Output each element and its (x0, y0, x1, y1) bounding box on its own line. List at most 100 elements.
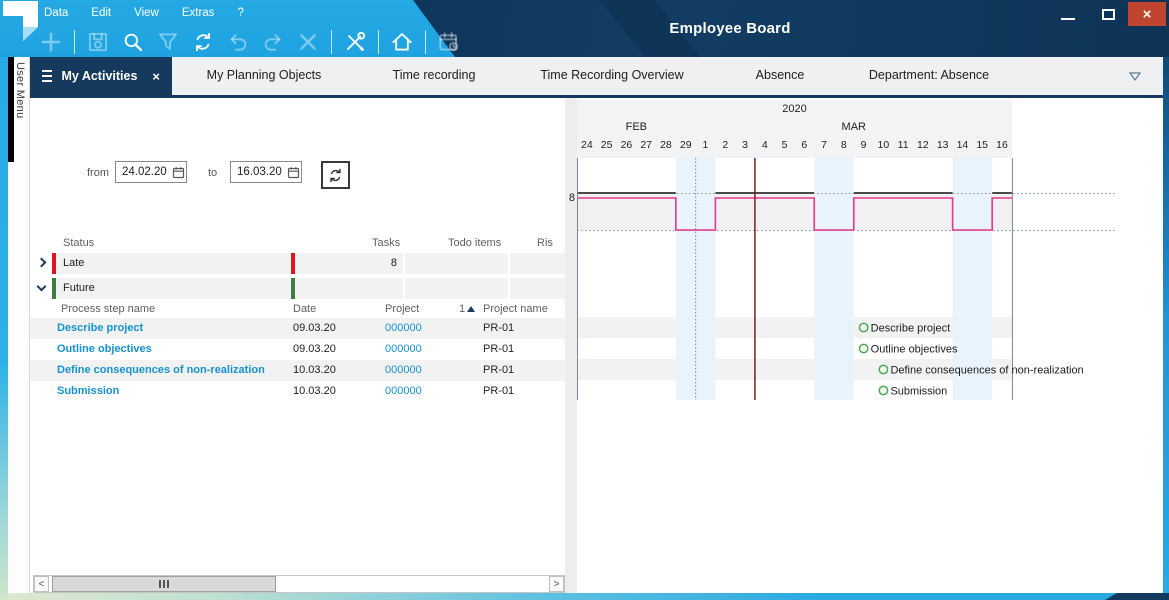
milestone-label: Outline objectives (871, 343, 958, 355)
gantt-day-label: 24 (577, 139, 597, 157)
milestone-icon[interactable] (859, 323, 867, 331)
sort-order: 1 (459, 303, 465, 315)
project-link[interactable]: 000000 (385, 322, 422, 334)
tab-label: My Activities (61, 58, 137, 95)
cell-separator (403, 278, 405, 299)
tab-department-absence[interactable]: Department: Absence (848, 57, 1010, 95)
tab-list-dropdown[interactable] (1129, 57, 1163, 95)
gantt-day-label: 7 (814, 139, 834, 157)
weekend-band (834, 158, 854, 400)
tab-time-recording[interactable]: Time recording (356, 57, 512, 95)
tab-absence[interactable]: Absence (712, 57, 848, 95)
milestone-icon[interactable] (879, 365, 887, 373)
process-step-link[interactable]: Outline objectives (57, 343, 152, 355)
title-bar: DataEditViewExtras? Employee Board × (0, 0, 1169, 57)
milestone-icon[interactable] (859, 344, 867, 352)
gantt-year-label: 2020 (577, 103, 1012, 115)
user-menu-strip[interactable]: User Menu (8, 57, 30, 593)
gantt-day-label: 11 (893, 139, 913, 157)
add-button (36, 28, 66, 56)
date-cell: 10.03.20 (293, 364, 336, 376)
col-tasks[interactable]: Tasks (372, 237, 400, 249)
tab-my-planning-objects[interactable]: My Planning Objects (172, 57, 356, 95)
project-link[interactable]: 000000 (385, 385, 422, 397)
gantt-month-mar: MAR (696, 121, 1012, 133)
milestone-label: Describe project (871, 322, 950, 334)
scrollbar-thumb[interactable] (52, 576, 276, 592)
gantt-day-label: 16 (992, 139, 1012, 157)
tab-time-recording-overview[interactable]: Time Recording Overview (512, 57, 712, 95)
hamburger-icon[interactable] (42, 70, 52, 82)
project-link[interactable]: 000000 (385, 343, 422, 355)
scroll-right-button[interactable]: > (549, 576, 564, 592)
menu-item-data[interactable]: Data (44, 7, 68, 19)
gantt-day-label: 10 (873, 139, 893, 157)
table-row[interactable]: Submission 10.03.20 000000 PR-01 (30, 381, 565, 402)
sort-indicator[interactable]: 1 (459, 303, 475, 315)
window-border-left (0, 0, 8, 600)
refresh-icon (326, 166, 345, 185)
col-risk[interactable]: Ris (537, 237, 553, 249)
minimize-button[interactable] (1048, 2, 1088, 26)
weekend-band (814, 158, 834, 400)
add-icon (38, 29, 64, 55)
undo-icon (225, 29, 251, 55)
col-date[interactable]: Date (293, 303, 316, 315)
gantt-day-labels: 24252627282912345678910111213141516 (577, 139, 1012, 157)
tab-bar: My Activities × My Planning ObjectsTime re… (30, 57, 1163, 98)
collapse-chevron-icon[interactable] (37, 282, 47, 292)
status-color-bar (291, 278, 295, 299)
maximize-button[interactable] (1088, 2, 1128, 26)
panel-splitter[interactable] (565, 98, 577, 593)
menu-item-edit[interactable]: Edit (91, 7, 111, 19)
table-row[interactable]: Outline objectives09.03.20000000PR-01 (30, 339, 565, 360)
col-project[interactable]: Project (385, 303, 419, 315)
menu-item-view[interactable]: View (134, 7, 159, 19)
workload-fill (715, 194, 814, 230)
close-button[interactable]: × (1128, 2, 1166, 26)
gantt-day-label: 27 (636, 139, 656, 157)
tab-my-activities[interactable]: My Activities × (30, 57, 172, 95)
app-window: DataEditViewExtras? Employee Board × My … (0, 0, 1169, 600)
to-label: to (208, 167, 217, 179)
group-name: Late (63, 257, 84, 269)
date-cell: 09.03.20 (293, 343, 336, 355)
scroll-left-button[interactable]: < (34, 576, 49, 592)
workload-fill (992, 194, 1012, 230)
filter-icon (155, 29, 181, 55)
reload-dates-button[interactable] (321, 161, 350, 189)
col-status[interactable]: Status (63, 237, 94, 249)
process-step-link[interactable]: Define consequences of non-realization (57, 364, 265, 376)
project-name-cell: PR-01 (483, 364, 514, 376)
gantt-day-label: 14 (953, 139, 973, 157)
tab-close-icon[interactable]: × (152, 58, 160, 95)
toolbar-separator (331, 30, 332, 54)
tools-button[interactable] (340, 28, 370, 56)
horizontal-scrollbar[interactable]: < > (33, 575, 565, 593)
home-button[interactable] (387, 28, 417, 56)
group-row-future[interactable]: Future (30, 278, 565, 299)
gantt-day-label: 6 (794, 139, 814, 157)
table-row[interactable]: Define consequences of non-realization 10… (30, 360, 565, 381)
menu-item-[interactable]: ? (237, 7, 243, 19)
process-step-link[interactable]: Describe project (57, 322, 143, 334)
col-todo-items[interactable]: Todo items (448, 237, 501, 249)
refresh-button[interactable] (188, 28, 218, 56)
process-step-link[interactable]: Submission (57, 385, 119, 397)
row-background (52, 278, 565, 299)
expand-chevron-icon[interactable] (37, 258, 47, 268)
menu-item-extras[interactable]: Extras (182, 7, 215, 19)
group-row-late[interactable]: Late 8 (30, 253, 565, 274)
col-project-name[interactable]: Project name (483, 303, 548, 315)
milestone-icon[interactable] (879, 386, 887, 394)
project-name-cell: PR-01 (483, 385, 514, 397)
table-row[interactable]: Describe project09.03.20000000PR-01 (30, 318, 565, 339)
search-button[interactable] (118, 28, 148, 56)
date-cell: 10.03.20 (293, 385, 336, 397)
toolbar-separator (378, 30, 379, 54)
project-link[interactable]: 000000 (385, 364, 422, 376)
tools-icon (342, 29, 368, 55)
dropdown-triangle-icon (1129, 72, 1141, 81)
status-color-bar (291, 253, 295, 274)
col-process-step-name[interactable]: Process step name (61, 303, 155, 315)
